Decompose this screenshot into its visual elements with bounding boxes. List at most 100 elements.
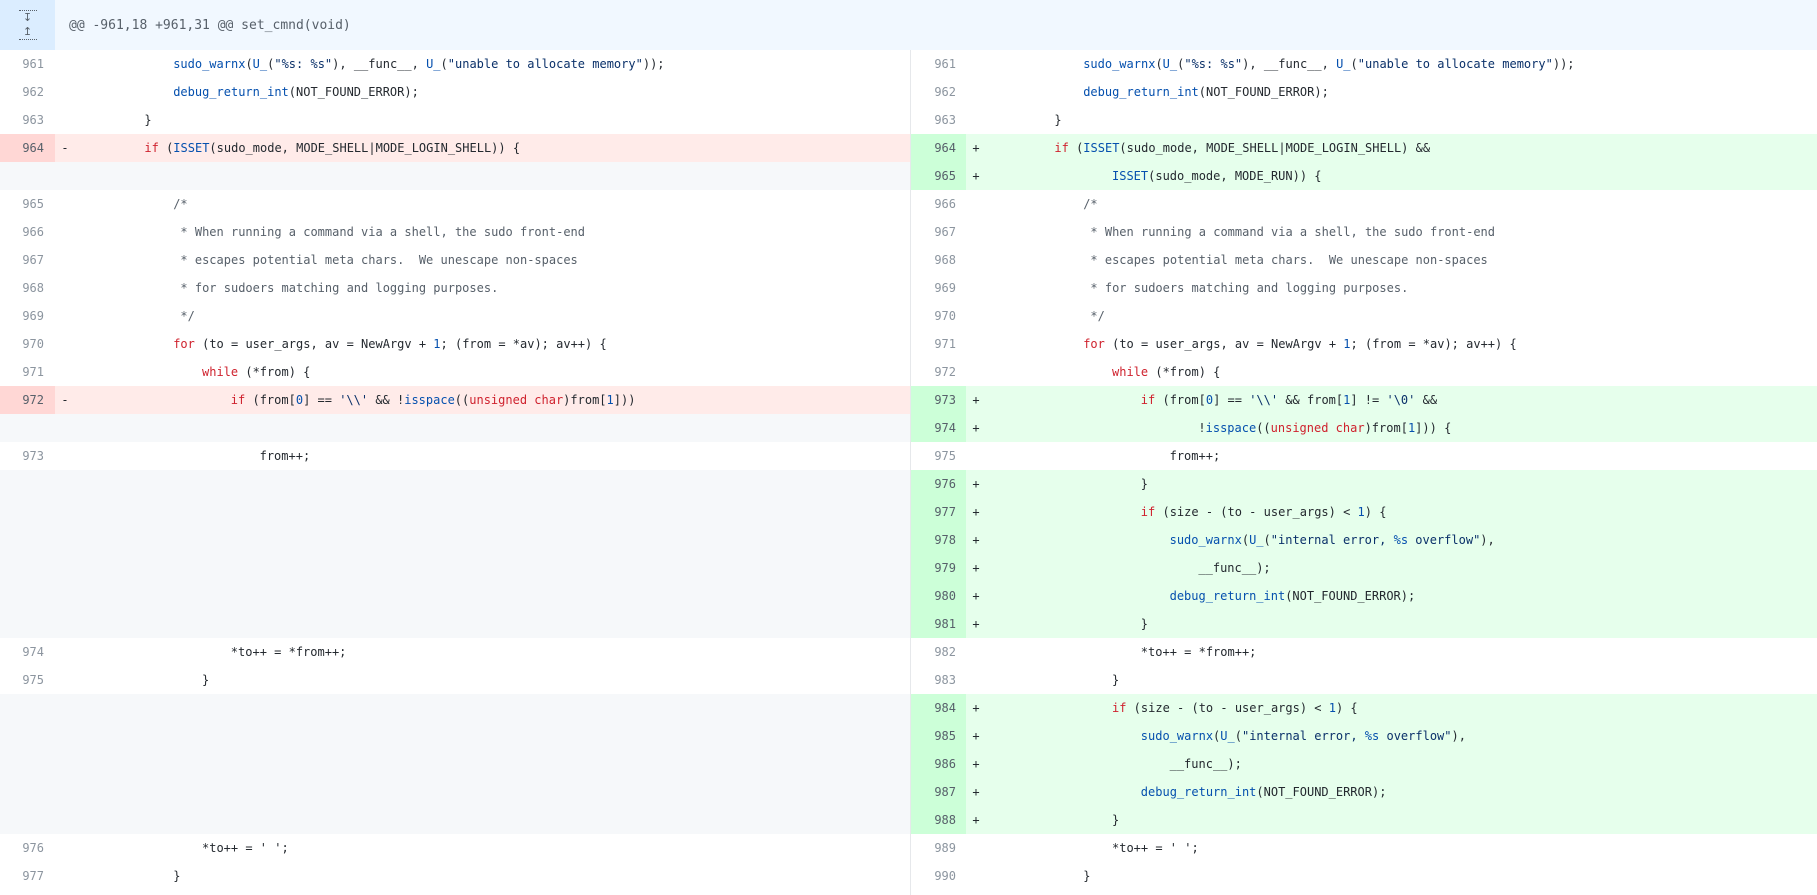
- line-number[interactable]: 966: [0, 218, 55, 246]
- code-line: *to++ = *from++;: [966, 638, 1257, 666]
- code-line: * escapes potential meta chars. We unesc…: [56, 246, 577, 274]
- line-number[interactable]: 969: [911, 274, 966, 302]
- line-number[interactable]: [0, 554, 55, 582]
- code-token: ) {: [1335, 701, 1358, 715]
- line-number[interactable]: 964: [911, 134, 966, 162]
- code-line: if (ISSET(sudo_mode, MODE_SHELL|MODE_LOG…: [966, 134, 1430, 162]
- diff-row-ctx: 963}: [911, 106, 1817, 134]
- code-token: && from[: [1278, 393, 1344, 407]
- diff-row-empty: [0, 610, 910, 638]
- diff-row-del: 972- if (from[0] == '\\' && !isspace((uns…: [0, 386, 910, 414]
- diff-row-ctx: 970 */: [911, 302, 1817, 330]
- line-number[interactable]: [0, 610, 55, 638]
- line-number[interactable]: 962: [911, 78, 966, 106]
- line-number[interactable]: 961: [0, 50, 55, 78]
- line-number[interactable]: 989: [911, 834, 966, 862]
- line-number[interactable]: [0, 162, 55, 190]
- code-line: *to++ = ' ';: [966, 834, 1199, 862]
- line-number[interactable]: 986: [911, 750, 966, 778]
- diff-row-add: 964 + if (ISSET(sudo_mode, MODE_SHELL|MODE…: [911, 134, 1817, 162]
- code-token: __func__);: [1198, 561, 1271, 575]
- line-number[interactable]: [0, 526, 55, 554]
- line-number[interactable]: 969: [0, 302, 55, 330]
- line-number[interactable]: [0, 722, 55, 750]
- code-line: if (from[0] == '\\' && from[1] != '\0' &…: [966, 386, 1437, 414]
- line-number[interactable]: [0, 778, 55, 806]
- line-number[interactable]: 968: [911, 246, 966, 274]
- line-number[interactable]: 973: [0, 442, 55, 470]
- code-line: debug_return_int(NOT_FOUND_ERROR);: [966, 582, 1416, 610]
- line-number[interactable]: 981: [911, 610, 966, 638]
- code-token: /*: [1083, 197, 1098, 211]
- line-number[interactable]: 962: [0, 78, 55, 106]
- diff-row-add: 977 + if (size - (to - user_args) < 1) {: [911, 498, 1817, 526]
- diff-row-add: 979 + __func__);: [911, 554, 1817, 582]
- line-number[interactable]: 985: [911, 722, 966, 750]
- code-token: sudo_warnx: [1140, 729, 1214, 743]
- code-line: from++;: [966, 442, 1221, 470]
- code-line: for (to = user_args, av = NewArgv + 1; (…: [56, 330, 607, 358]
- line-number[interactable]: 961: [911, 50, 966, 78]
- line-number[interactable]: [0, 470, 55, 498]
- line-number[interactable]: 978: [911, 526, 966, 554]
- line-number[interactable]: 979: [911, 554, 966, 582]
- code-line: * When running a command via a shell, th…: [56, 218, 585, 246]
- code-token: U_: [252, 57, 268, 71]
- code-token: '\\': [339, 393, 369, 407]
- line-number[interactable]: 976: [911, 470, 966, 498]
- line-number[interactable]: 971: [0, 358, 55, 386]
- line-number[interactable]: 975: [0, 666, 55, 694]
- line-number[interactable]: 968: [0, 274, 55, 302]
- line-number[interactable]: 976: [0, 834, 55, 862]
- code-token: "unable to allocate memory": [1357, 57, 1553, 71]
- line-number[interactable]: 990: [911, 862, 966, 890]
- line-number[interactable]: 982: [911, 638, 966, 666]
- line-number[interactable]: 963: [911, 106, 966, 134]
- code-line: /*: [56, 190, 187, 218]
- code-token: (: [245, 57, 253, 71]
- line-number[interactable]: 971: [911, 330, 966, 358]
- diff-row-empty: [0, 694, 910, 722]
- line-number[interactable]: 977: [0, 862, 55, 890]
- line-number[interactable]: 973: [911, 386, 966, 414]
- line-number[interactable]: 967: [911, 218, 966, 246]
- line-number[interactable]: 974: [0, 638, 55, 666]
- code-token: ((: [454, 393, 470, 407]
- code-token: "%s: %s": [1184, 57, 1243, 71]
- line-number[interactable]: 965: [0, 190, 55, 218]
- line-number[interactable]: 963: [0, 106, 55, 134]
- line-number[interactable]: 967: [0, 246, 55, 274]
- line-number[interactable]: 974: [911, 414, 966, 442]
- line-number[interactable]: 966: [911, 190, 966, 218]
- code-token: }: [1112, 813, 1120, 827]
- arrow-down-icon: ↧: [22, 11, 33, 24]
- line-number[interactable]: 972: [0, 386, 55, 414]
- line-number[interactable]: 983: [911, 666, 966, 694]
- code-token: *to++ = ' ';: [202, 841, 289, 855]
- line-number[interactable]: 988: [911, 806, 966, 834]
- line-number[interactable]: [0, 750, 55, 778]
- line-number[interactable]: [0, 414, 55, 442]
- code-token: (NOT_FOUND_ERROR);: [1285, 589, 1416, 603]
- line-number[interactable]: [0, 582, 55, 610]
- line-number[interactable]: [0, 498, 55, 526]
- line-number[interactable]: 984: [911, 694, 966, 722]
- code-token: U_: [1336, 57, 1351, 71]
- line-number[interactable]: 970: [0, 330, 55, 358]
- line-number[interactable]: [0, 806, 55, 834]
- line-number[interactable]: 975: [911, 442, 966, 470]
- diff-row-ctx: 973 from++;: [0, 442, 910, 470]
- expand-hunk-button[interactable]: ↧ ↥: [0, 0, 55, 50]
- line-number[interactable]: 964: [0, 134, 55, 162]
- code-line: if (from[0] == '\\' && !isspace((unsigne…: [56, 386, 636, 414]
- code-token: ) {: [1364, 505, 1387, 519]
- line-number[interactable]: [0, 694, 55, 722]
- code-token: }: [1140, 477, 1149, 491]
- line-number[interactable]: 980: [911, 582, 966, 610]
- code-token: * When running a command via a shell, th…: [1083, 225, 1495, 239]
- line-number[interactable]: 987: [911, 778, 966, 806]
- line-number[interactable]: 965: [911, 162, 966, 190]
- line-number[interactable]: 977: [911, 498, 966, 526]
- line-number[interactable]: 972: [911, 358, 966, 386]
- line-number[interactable]: 970: [911, 302, 966, 330]
